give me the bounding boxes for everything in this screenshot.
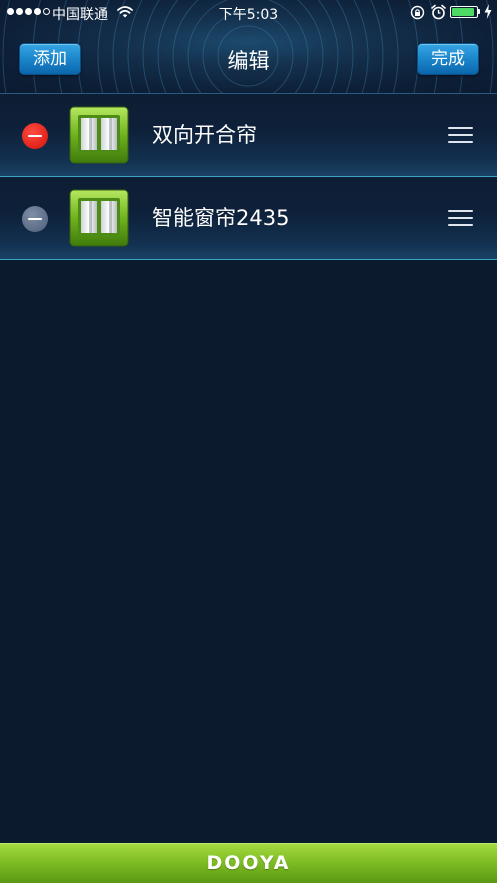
brand-logo: DOOYA (206, 852, 291, 874)
reorder-handle-icon[interactable] (448, 127, 473, 143)
alarm-clock-icon (431, 4, 446, 24)
rotation-lock-icon (410, 5, 425, 24)
device-name: 双向开合帘 (152, 123, 257, 147)
reorder-handle-icon[interactable] (448, 210, 473, 226)
header: 中国联通 下午5:03 添加 编辑 完成 (0, 0, 497, 94)
minus-circle-icon[interactable] (22, 206, 48, 232)
battery-cap (478, 9, 480, 14)
list-item[interactable]: 双向开合帘 (0, 94, 497, 177)
charging-bolt-icon (484, 4, 492, 23)
curtain-icon (69, 189, 129, 247)
footer-brand-bar: DOOYA (0, 843, 497, 883)
screen: 中国联通 下午5:03 添加 编辑 完成 双向开合帘 智能窗帘2435 DOOY… (0, 0, 497, 883)
status-bar: 中国联通 下午5:03 (0, 0, 497, 25)
device-list: 双向开合帘 智能窗帘2435 (0, 94, 497, 260)
list-item[interactable]: 智能窗帘2435 (0, 177, 497, 260)
done-button[interactable]: 完成 (417, 43, 479, 75)
battery-fill (452, 8, 474, 16)
device-name: 智能窗帘2435 (152, 206, 290, 230)
minus-circle-icon[interactable] (22, 123, 48, 149)
battery-icon (450, 6, 478, 18)
curtain-icon (69, 106, 129, 164)
